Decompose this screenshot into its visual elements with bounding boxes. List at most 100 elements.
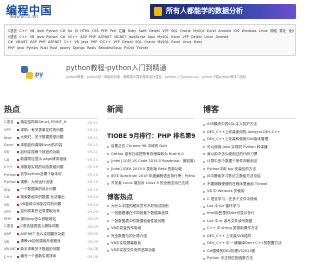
- nav-link[interactable]: Python: [26, 46, 37, 50]
- hot-item-category[interactable]: ASP: [4, 232, 16, 236]
- hot-item-category[interactable]: Python: [4, 180, 16, 184]
- news-item-text[interactable]: GitHub 宣布已经把所有存储库转为 Rust 6.0: [111, 152, 184, 157]
- blog-item[interactable]: ASP模块中的SQL注入防护方法: [203, 121, 296, 128]
- nav-link[interactable]: Oracle: [144, 40, 155, 44]
- blog-item-text[interactable]: 计算中多个数据个条件判断用法: [207, 159, 257, 164]
- blog-item-text[interactable]: DEV_C++上安装使用的 dangyiu,DEV-C++: [207, 130, 280, 135]
- nav-link[interactable]: Android: [216, 35, 229, 39]
- blog-item-text[interactable]: C++ 中 string 类常用操作方法: [207, 226, 258, 231]
- nav-link[interactable]: Rubi: [40, 46, 47, 50]
- hot-item-title[interactable]: 一个数据库的设计问题: [20, 187, 86, 192]
- blog-item[interactable]: Python中用 pip 安装包的方法: [203, 166, 296, 173]
- blog-item[interactable]: DEV_C++ 中 一键编译Dev+C++的配置方法: [203, 240, 296, 247]
- nav-link[interactable]: VB.NET: [114, 35, 126, 39]
- hot-item-category[interactable]: VFP: [4, 128, 16, 132]
- news-item[interactable]: 开发者 Linux 增加对 Linux 5 的全面支持已达成: [107, 180, 195, 187]
- nav-link[interactable]: Jquery: [60, 46, 71, 50]
- nav-link[interactable]: VB: [30, 35, 35, 39]
- nav-link[interactable]: Django: [73, 46, 85, 50]
- nav-link[interactable]: SQL: [171, 29, 178, 33]
- hot-item-category[interactable]: VB: [4, 150, 16, 154]
- hot-item-category[interactable]: C++: [4, 255, 16, 259]
- blog-item-text[interactable]: 我以前不怎么使用过的代码习惯: [207, 152, 257, 157]
- hot-item-title[interactable]: 新建项目显示 page请求错误: [20, 157, 86, 162]
- blog-item[interactable]: html标签里的title可显示多行: [203, 210, 296, 217]
- blog-item[interactable]: JS中基础学习笔记之数组方法总结: [203, 173, 296, 180]
- nav-link[interactable]: PHP: [39, 40, 45, 44]
- blog-item-text[interactable]: html标签里的title可显示多行: [207, 211, 255, 216]
- nav-link[interactable]: 设计: [288, 29, 294, 33]
- hot-item-title[interactable]: 请教：为何运行出错: [20, 180, 86, 185]
- nav-link[interactable]: Linux: [204, 35, 213, 39]
- news-item-text[interactable]: 开发者 Linux 增加对 Linux 5 的全面支持已达成: [111, 181, 189, 186]
- nav-link[interactable]: PHP: [101, 29, 107, 33]
- nav-link[interactable]: C语言: [8, 35, 17, 39]
- nav-link[interactable]: Java: [17, 46, 24, 50]
- news-item[interactable]: [Intel] IDEA 2019.5 发布版 Beta 的新功能: [107, 165, 195, 172]
- blog-hot-item[interactable]: 完全数据与的计算介绍: [107, 232, 195, 239]
- blog-hot-item-text[interactable]: 一张数据表中的数据检索性能问题: [111, 219, 165, 224]
- hot-item[interactable]: Python 请教：为何运行出错 09-10: [4, 179, 98, 186]
- blog-item[interactable]: 可以使用 Java 实现的 Python 转译器: [203, 143, 296, 150]
- nav-link[interactable]: VFP: [182, 35, 188, 39]
- nav-link[interactable]: VFP: [162, 29, 168, 33]
- blog-item[interactable]: Lua 中 io 读写文件读写数据: [203, 218, 296, 225]
- blog-hot-item[interactable]: VB中实现屏幕取色: [107, 240, 195, 247]
- blog-hot-item-text[interactable]: 一张图看懂在不同场景下数据库选择: [111, 211, 169, 216]
- nav-link[interactable]: C++: [19, 35, 27, 39]
- blog-item-text[interactable]: DEV_C++ 中 一键编译Dev+C++的配置方法: [207, 241, 282, 246]
- news-item[interactable]: 谷歌正在 Chrome 98 中修改 DoH: [107, 143, 195, 150]
- blog-item[interactable]: DEV_C++上安装和使用SVN版本管理: [203, 136, 296, 143]
- news-item-text[interactable]: [Intel] 10月 VS Code 2019.5 Roadmap：微软推出: [111, 159, 195, 164]
- nav-link[interactable]: Go: [68, 29, 73, 33]
- nav-link[interactable]: 网络: [270, 29, 277, 33]
- hot-item-title[interactable]: C语言链表插入删除问题: [20, 224, 86, 229]
- nav-link[interactable]: C++: [19, 29, 27, 33]
- nav-link[interactable]: JS: [75, 29, 78, 33]
- nav-link[interactable]: Ajax: [148, 35, 155, 39]
- nav-link[interactable]: C语言: [8, 29, 17, 33]
- hot-item-title[interactable]: 如何实现两个按钮的功能: [20, 150, 86, 155]
- blog-item[interactable]: DEV_C++上安装使用的 dangyiu,DEV-C++: [203, 128, 296, 135]
- nav-link[interactable]: VB.NET: [16, 40, 28, 44]
- nav-link[interactable]: C/C++: [100, 40, 111, 44]
- nav-link[interactable]: Python: [46, 29, 57, 33]
- nav-link[interactable]: 汇编: [119, 29, 126, 33]
- hot-item-title[interactable]: 新手求教关于数组的问题: [20, 247, 86, 252]
- nav-link[interactable]: Python: [46, 35, 57, 39]
- nav-link[interactable]: ASP.NET: [98, 35, 111, 39]
- hot-item[interactable]: C语言 指定结构体Struct_POINT_H 09-11: [4, 119, 98, 126]
- nav-link[interactable]: VB: [74, 40, 79, 44]
- hot-item-category[interactable]: C语言: [4, 120, 16, 125]
- blog-hot-item[interactable]: VB中变量的作用域: [107, 225, 195, 232]
- nav-link[interactable]: Java: [37, 35, 44, 39]
- hot-item-title[interactable]: 求助：有关表单控件的问题: [20, 128, 86, 133]
- hot-item-title[interactable]: 请问php怎么获取网站: [20, 217, 86, 222]
- news-item-text[interactable]: IEEE Spectrum 2019 年度编程语言排行榜：Python 第一: [111, 174, 195, 179]
- hot-item[interactable]: ASP ASP.NET 怎么实现翻页功能 09-09: [4, 231, 98, 238]
- promo-block[interactable]: py python教程-python入门到精通 python教程：python是…: [16, 62, 292, 86]
- hot-item-title[interactable]: 指定结构体Struct_POINT_H: [20, 120, 86, 125]
- hot-item-category[interactable]: VFP: [4, 210, 16, 214]
- nav-link[interactable]: ASP: [30, 40, 36, 44]
- hot-item-title[interactable]: 请教vb如何调用外部程序: [20, 239, 86, 244]
- hot-item[interactable]: Excel 求助如何调用Excel的内容 09-11: [4, 141, 98, 148]
- hot-item-title[interactable]: VB窗体中添加控件的问题: [20, 202, 86, 207]
- hot-item[interactable]: PHP 请问php怎么获取网站 09-09: [4, 216, 98, 223]
- blog-item[interactable]: 计算中多个数据个条件判断用法: [203, 158, 296, 165]
- hot-item-category[interactable]: Python: [4, 173, 16, 177]
- nav-link[interactable]: C#: [8, 40, 13, 44]
- blog-item[interactable]: C#图像的DEV处理VS2015图: [203, 247, 296, 254]
- hot-item-category[interactable]: SQL: [4, 188, 16, 192]
- news-item-text[interactable]: 谷歌正在 Chrome 98 中修改 DoH: [111, 144, 167, 149]
- hot-item-category[interactable]: C语言: [4, 224, 16, 229]
- nav-link[interactable]: VFP: [114, 40, 120, 44]
- blog-item-text[interactable]: Python中用 pip 安装包的方法: [207, 167, 256, 172]
- blog-item-text[interactable]: VB 中 Winsock 的使用: [207, 189, 245, 194]
- hot-item[interactable]: C# 新建项目显示 page请求错误 09-11: [4, 156, 98, 163]
- hot-item[interactable]: C++ 编写一个函数实现排序 09-08: [4, 253, 98, 260]
- blog-item-text[interactable]: 不要随随便便的在程序里面用 Thread: [207, 182, 267, 187]
- hot-item[interactable]: VFP 求助：有关表单控件的问题 09-11: [4, 126, 98, 133]
- hot-item[interactable]: C# 搜索数组中的数据 无法输出 09-10: [4, 193, 98, 200]
- blog-hot-item-text[interactable]: VB中变量的作用域: [111, 226, 141, 231]
